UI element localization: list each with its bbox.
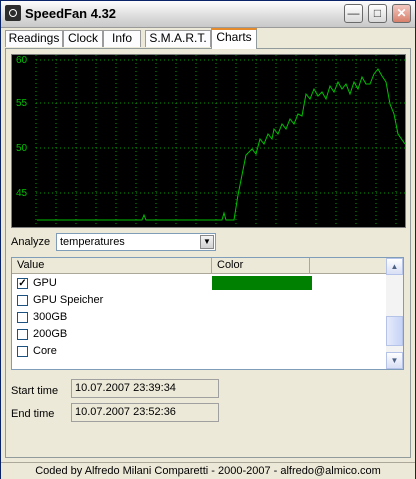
title-bar[interactable]: SpeedFan 4.32 — □ ✕ xyxy=(1,1,415,28)
gpu-checkbox[interactable]: ✓ xyxy=(17,278,28,289)
list-item[interactable]: ✓ GPU xyxy=(12,276,387,293)
y-tick-45: 45 xyxy=(16,188,28,199)
gpu-series-line xyxy=(37,68,405,221)
tab-smart[interactable]: S.M.A.R.T. xyxy=(145,30,211,47)
list-item-label: Core xyxy=(33,345,57,357)
chevron-down-icon: ▼ xyxy=(390,356,399,365)
gpu-speicher-checkbox[interactable] xyxy=(17,295,28,306)
list-item-label: 200GB xyxy=(33,328,68,340)
temperature-chart: 60 55 50 45 xyxy=(11,54,406,228)
analyze-label: Analyze xyxy=(11,236,51,248)
end-time-field[interactable]: 10.07.2007 23:52:36 xyxy=(71,403,219,422)
tab-charts[interactable]: Charts xyxy=(211,28,257,49)
maximize-icon: □ xyxy=(373,6,382,20)
list-item-label: GPU Speicher xyxy=(33,294,104,306)
status-bar: Coded by Alfredo Milani Comparetti - 200… xyxy=(1,462,415,479)
column-header-color[interactable]: Color xyxy=(212,258,310,273)
chart-grid xyxy=(35,55,405,227)
core-checkbox[interactable] xyxy=(17,346,28,357)
column-header-value[interactable]: Value xyxy=(12,258,212,273)
vertical-scrollbar[interactable]: ▲ ▼ xyxy=(386,258,403,369)
tab-clock[interactable]: Clock xyxy=(63,30,103,47)
list-item[interactable]: GPU Speicher xyxy=(12,293,387,310)
list-header: Value Color xyxy=(12,258,387,274)
analyze-select-value: temperatures xyxy=(60,236,125,248)
chevron-up-icon: ▲ xyxy=(390,262,399,271)
200gb-checkbox[interactable] xyxy=(17,329,28,340)
list-item-label: GPU xyxy=(33,277,57,289)
300gb-checkbox[interactable] xyxy=(17,312,28,323)
app-icon[interactable] xyxy=(5,5,21,21)
scroll-down-button[interactable]: ▼ xyxy=(386,352,403,369)
minimize-icon: — xyxy=(347,6,360,20)
maximize-button[interactable]: □ xyxy=(368,4,387,23)
tab-info[interactable]: Info xyxy=(103,30,141,47)
list-item-label: 300GB xyxy=(33,311,68,323)
y-tick-60: 60 xyxy=(16,55,28,66)
scroll-up-button[interactable]: ▲ xyxy=(386,258,403,275)
start-time-field[interactable]: 10.07.2007 23:39:34 xyxy=(71,379,219,398)
list-item[interactable]: 200GB xyxy=(12,327,387,344)
close-icon: ✕ xyxy=(396,6,407,20)
tab-readings[interactable]: Readings xyxy=(5,30,63,47)
end-time-label: End time xyxy=(11,408,55,420)
y-tick-50: 50 xyxy=(16,143,28,154)
y-tick-55: 55 xyxy=(16,98,28,109)
speedfan-window: SpeedFan 4.32 — □ ✕ Readings Clock Info … xyxy=(0,0,416,479)
close-button[interactable]: ✕ xyxy=(392,4,411,23)
window-title: SpeedFan 4.32 xyxy=(25,6,117,21)
analyze-select[interactable]: temperatures ▼ xyxy=(56,233,216,251)
minimize-button[interactable]: — xyxy=(344,4,363,23)
list-item[interactable]: 300GB xyxy=(12,310,387,327)
scroll-thumb[interactable] xyxy=(386,316,403,346)
start-time-label: Start time xyxy=(11,385,59,397)
chart-canvas: 60 55 50 45 xyxy=(16,55,405,227)
list-item[interactable]: Core xyxy=(12,344,387,361)
chevron-down-icon[interactable]: ▼ xyxy=(200,235,214,249)
sensor-list: Value Color ✓ GPU GPU Speicher 300GB 200… xyxy=(11,257,404,370)
color-swatch[interactable] xyxy=(212,276,312,290)
